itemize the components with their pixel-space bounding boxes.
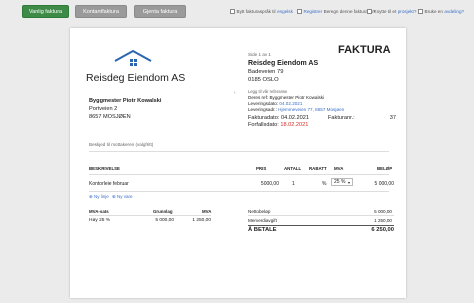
- vat-total: 1 250,00: [374, 218, 392, 223]
- invoice-number-label: Fakturanr.:: [328, 115, 355, 121]
- department-link[interactable]: avdeling?: [444, 9, 464, 14]
- language-link[interactable]: engelsk: [277, 9, 293, 14]
- checkbox[interactable]: [230, 9, 235, 14]
- vat-amount: 1 250,00: [192, 218, 211, 223]
- register-link[interactable]: Registrer: [304, 9, 323, 14]
- delivery-date[interactable]: 04.02.2021: [279, 101, 302, 106]
- net-amount: 5 000,00: [374, 209, 392, 214]
- new-line-button[interactable]: ⊕ Ny linje: [89, 194, 109, 200]
- chevron-down-icon: ▾: [347, 180, 350, 185]
- col-vat: MVA: [334, 166, 344, 171]
- invoice-paper: Reisdeg Eiendom AS Side 1 av 1 FAKTURA R…: [70, 28, 406, 298]
- vat-amount-header: MVA: [202, 209, 212, 214]
- delivery-address-label: Leveringsadr.:: [248, 107, 277, 112]
- delivery-date-label: Leveringsdato:: [248, 101, 279, 106]
- col-amount: BELØP: [377, 166, 393, 171]
- due-amount: 6 250,00: [371, 227, 394, 233]
- page-indicator: Side 1 av 1: [248, 52, 271, 57]
- row-quantity[interactable]: 1: [292, 181, 295, 187]
- invoice-date-label: Fakturadato:: [248, 115, 280, 121]
- add-reference-link[interactable]: Legg til vår referanse: [248, 89, 287, 94]
- checkbox[interactable]: [297, 9, 302, 14]
- checkbox[interactable]: [367, 9, 372, 14]
- plus-icon: ⊕: [112, 194, 116, 199]
- recipient-address2: 8657 MOSJØEN: [89, 114, 131, 120]
- vat-base: 5 000,00: [155, 218, 174, 223]
- vat-rate-header: MVA-sats: [89, 209, 109, 214]
- net-label: Nettobeløp: [248, 209, 271, 214]
- company-logo-text: Reisdeg Eiendom AS: [86, 72, 186, 84]
- due-label: Å BETALE: [248, 227, 277, 233]
- divider: [248, 225, 394, 226]
- due-date-label: Forfallsdato:: [248, 122, 279, 128]
- divider: [89, 151, 389, 152]
- plus-icon: ⊕: [89, 194, 93, 199]
- tab-repeat-invoice[interactable]: Gjenta faktura: [134, 5, 186, 18]
- company-address1: Badeveien 79: [248, 69, 284, 75]
- company-address2: 0185 OSLO: [248, 77, 279, 83]
- row-price[interactable]: 5000,00: [253, 181, 279, 187]
- your-ref[interactable]: Byggmester Piotr Kowalski: [269, 95, 324, 100]
- checkbox[interactable]: [418, 9, 423, 14]
- vat-total-label: Merverdiavgift: [248, 218, 277, 223]
- divider: [89, 191, 389, 192]
- recipient-address1: Portveien 2: [89, 106, 118, 112]
- row-discount-unit: %: [322, 181, 327, 187]
- your-ref-label: Deres ref:: [248, 95, 269, 100]
- company-name: Reisdeg Eiendom AS: [248, 60, 319, 67]
- option-language[interactable]: Bytt fakturaspråk til engelsk: [230, 9, 293, 14]
- option-project[interactable]: Knytte til et prosjekt?: [367, 9, 416, 14]
- chevron-icon[interactable]: ›: [234, 90, 235, 95]
- project-link[interactable]: prosjekt?: [398, 9, 417, 14]
- invoice-title: FAKTURA: [338, 44, 391, 56]
- vat-rate: Høy 25 %: [89, 218, 111, 223]
- vat-base-header: Grunnlag: [153, 209, 173, 214]
- divider: [248, 215, 394, 216]
- new-product-button[interactable]: ⊕ Ny vare: [112, 194, 133, 200]
- row-amount: 5 000,00: [374, 181, 394, 187]
- top-toolbar: Vanlig faktura Kontantfaktura Gjenta fak…: [0, 0, 474, 22]
- col-price: PRIS: [256, 166, 267, 171]
- delivery-address[interactable]: Hjemmeveien 77, 8657 Mosjøen: [278, 107, 344, 112]
- option-department[interactable]: Bruke en avdeling?: [418, 9, 464, 14]
- invoice-date[interactable]: 04.02.2021: [281, 115, 309, 121]
- divider: [89, 215, 211, 216]
- col-description: BESKRIVELSE: [89, 166, 120, 171]
- message-input[interactable]: Beskjed til mottakeren (valgfritt): [89, 142, 153, 147]
- tab-cash-invoice[interactable]: Kontantfaktura: [75, 5, 127, 18]
- vat-select[interactable]: 25 % ▾: [331, 178, 353, 186]
- col-quantity: ANTALL: [284, 166, 302, 171]
- invoice-number: 37: [389, 115, 396, 121]
- recipient-name: Byggmester Piotr Kowalski: [89, 98, 162, 104]
- divider: [89, 174, 389, 175]
- house-logo-icon: [114, 49, 152, 66]
- row-description[interactable]: Kontorleie februar: [89, 181, 129, 187]
- tab-regular-invoice[interactable]: Vanlig faktura: [22, 5, 69, 18]
- option-register[interactable]: Registrer Beregn denne fakturaen?: [297, 9, 376, 14]
- col-discount: RABATT: [309, 166, 327, 171]
- due-date[interactable]: 18.02.2021: [280, 122, 308, 128]
